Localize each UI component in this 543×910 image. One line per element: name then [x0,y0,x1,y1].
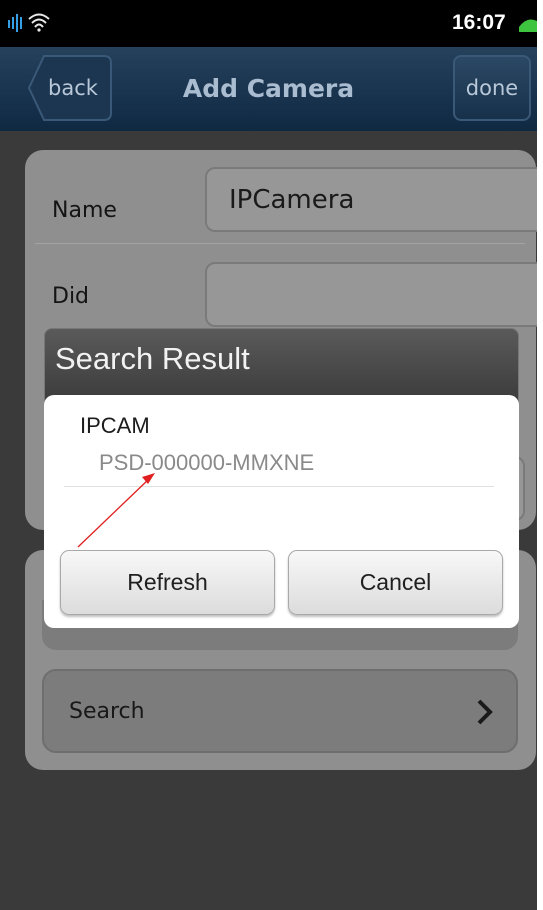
phone-screen: 16:07 back Add Camera done Name IPCamera… [0,0,537,910]
status-time: 16:07 [452,11,506,34]
result-id: PSD-000000-MMXNE [99,450,315,475]
wifi-icon [28,13,50,32]
did-field[interactable] [205,262,537,327]
name-field-value: IPCamera [229,185,355,215]
name-label: Name [52,198,117,223]
result-name: IPCAM [80,413,150,438]
dialog-title: Search Result [55,341,250,376]
search-button[interactable]: Search [42,669,518,753]
battery-icon [519,19,537,32]
status-bar: 16:07 [0,0,537,47]
form-divider [35,243,525,244]
result-divider [64,486,494,487]
search-result-dialog: IPCAM PSD-000000-MMXNE Refresh Cancel [44,395,519,628]
name-field[interactable]: IPCamera [205,167,537,232]
done-button[interactable]: done [453,55,531,121]
search-label: Search [69,699,145,724]
did-label: Did [52,284,90,309]
chevron-right-icon [477,699,493,725]
refresh-button[interactable]: Refresh [60,550,275,615]
cancel-button[interactable]: Cancel [288,550,503,615]
dialog-header: Search Result [44,328,519,402]
navbar: back Add Camera done [0,47,537,131]
signal-icon [8,14,22,32]
